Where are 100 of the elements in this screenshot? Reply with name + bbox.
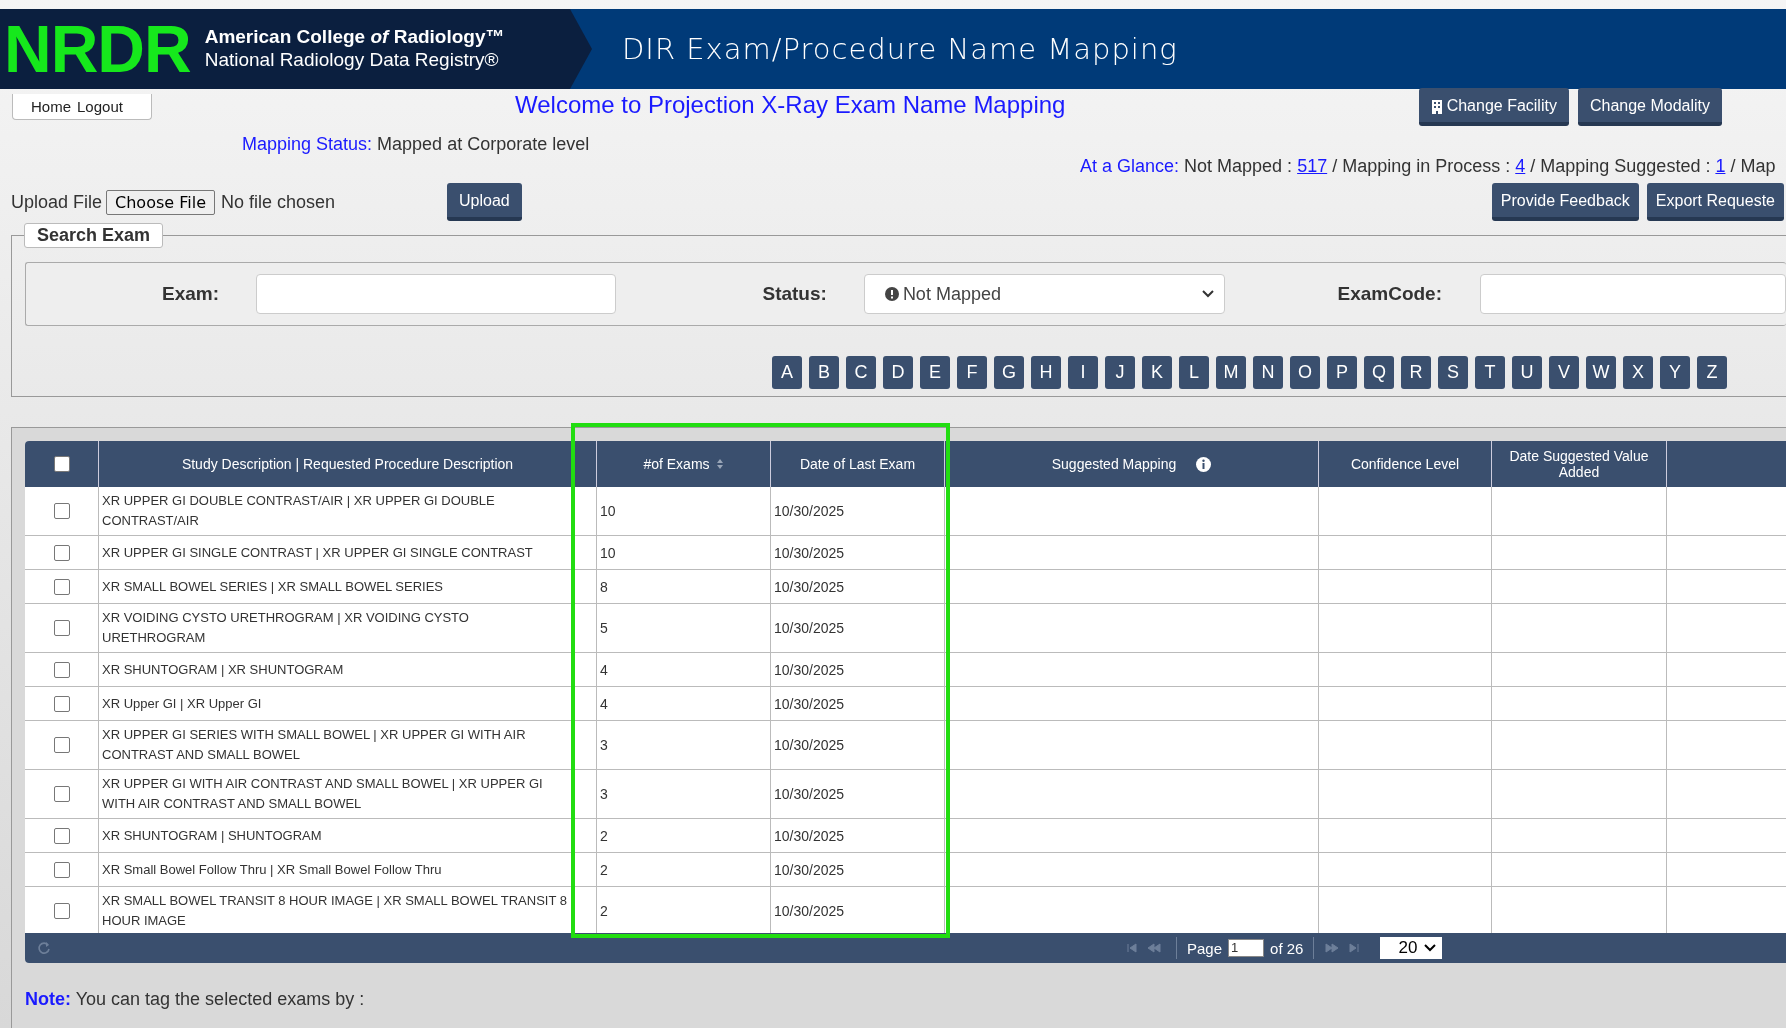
chevron-down-icon: [1424, 944, 1437, 952]
letter-button[interactable]: Y: [1660, 356, 1690, 389]
row-checkbox[interactable]: [53, 737, 70, 753]
table-cell-text: 4: [600, 694, 608, 714]
row-checkbox[interactable]: [53, 861, 70, 878]
row-checkbox[interactable]: [53, 827, 70, 844]
header-button[interactable]: Change Facility: [1418, 88, 1569, 126]
letter-button[interactable]: J: [1105, 356, 1135, 389]
choose-file-button[interactable]: Choose File: [106, 189, 215, 215]
letter-button[interactable]: E: [920, 356, 950, 389]
letter-button[interactable]: S: [1438, 356, 1468, 389]
row-checkbox[interactable]: [53, 544, 70, 561]
letter-button[interactable]: G: [994, 356, 1024, 389]
nav-link[interactable]: Home: [31, 98, 71, 115]
building-icon: [1430, 98, 1443, 114]
letter-button[interactable]: V: [1549, 356, 1579, 389]
row-checkbox[interactable]: [53, 578, 70, 595]
count-link[interactable]: 517: [1297, 155, 1328, 177]
table-cell-text: XR UPPER GI SERIES WITH SMALL BOWEL | XR UPPER GI WITH AIR CONTRAST AND SMALL BOWEL: [102, 726, 527, 764]
table-cell-text: 10/30/2025: [774, 660, 845, 680]
table-cell-text: 10/30/2025: [774, 902, 845, 921]
letter-button[interactable]: P: [1327, 356, 1357, 389]
letter-button[interactable]: N: [1253, 356, 1283, 389]
letter-button[interactable]: O: [1290, 356, 1320, 389]
table-cell-text: XR UPPER GI SINGLE CONTRAST | XR UPPER GI SINGLE CONTRAST: [102, 543, 533, 562]
count-link[interactable]: 4: [1515, 155, 1526, 177]
letter-button[interactable]: X: [1623, 356, 1653, 389]
letter-button[interactable]: H: [1031, 356, 1061, 389]
letter-button[interactable]: D: [883, 356, 913, 389]
table-cell-text: 10/30/2025: [774, 826, 845, 846]
letter-button[interactable]: L: [1179, 356, 1209, 389]
letter-button[interactable]: T: [1475, 356, 1505, 389]
table-cell-text: 10/30/2025: [774, 577, 845, 597]
letter-button[interactable]: C: [846, 356, 876, 389]
letter-button[interactable]: M: [1216, 356, 1246, 389]
alert-icon: [884, 287, 899, 301]
table-cell-text: 10/30/2025: [774, 785, 845, 804]
row-checkbox[interactable]: [53, 620, 70, 636]
table-cell-text: 10/30/2025: [774, 736, 845, 755]
logo-text: NRDR: [4, 16, 191, 82]
letter-button[interactable]: A: [772, 356, 802, 389]
info-icon[interactable]: [1196, 456, 1212, 472]
table-cell-text: 2: [600, 826, 608, 846]
status-select[interactable]: Not Mapped: [863, 274, 1226, 314]
count-link[interactable]: 1: [1715, 155, 1726, 177]
letter-button[interactable]: K: [1142, 356, 1172, 389]
glance-label: At a Glance:: [1080, 155, 1180, 177]
glance-text: / Mapping in Process :: [1332, 155, 1511, 177]
table-cell-text: 5: [600, 619, 608, 638]
page-size-select[interactable]: 20: [1380, 937, 1443, 959]
nav-link[interactable]: Logout: [77, 98, 123, 115]
note-text: Note: You can tag the selected exams by :: [25, 989, 366, 1010]
page-field[interactable]: 1: [1228, 939, 1265, 957]
welcome-heading: Welcome to Projection X-Ray Exam Name Mapping: [515, 91, 1066, 119]
header-button[interactable]: Change Modality: [1577, 88, 1722, 126]
table-cell-text: 10/30/2025: [774, 619, 845, 638]
select-all-checkbox[interactable]: [53, 456, 70, 472]
upload-label: Upload File: [11, 191, 103, 213]
glance-text: Not Mapped :: [1184, 155, 1293, 177]
table-cell-text: 10: [600, 543, 616, 563]
letter-button[interactable]: B: [809, 356, 839, 389]
table-cell-text: 8: [600, 577, 608, 597]
table-cell-text: 10/30/2025: [774, 543, 845, 563]
glance-text: / Map: [1730, 155, 1776, 177]
table-cell-text: XR UPPER GI WITH AIR CONTRAST AND SMALL BOWEL | XR UPPER GI WITH AIR CONTRAST AND SMALL BOWEL: [102, 775, 544, 813]
sort-icon[interactable]: [715, 458, 724, 470]
table-cell-text: XR UPPER GI DOUBLE CONTRAST/AIR | XR UPPER GI DOUBLE CONTRAST/AIR: [102, 492, 496, 530]
glance-text: / Mapping Suggested :: [1530, 155, 1711, 177]
row-checkbox[interactable]: [53, 503, 70, 519]
upload-button[interactable]: Upload: [447, 183, 522, 221]
table-cell-text: 3: [600, 736, 608, 755]
examcode-field[interactable]: [1480, 274, 1786, 314]
letter-button[interactable]: Q: [1364, 356, 1394, 389]
letter-button[interactable]: W: [1586, 356, 1616, 389]
page-title: DIR Exam/Procedure Name Mapping: [622, 32, 1178, 66]
examcode-label: ExamCode:: [1337, 283, 1442, 305]
letter-button[interactable]: R: [1401, 356, 1431, 389]
mapping-status: Mapping Status: Mapped at Corporate level: [242, 133, 590, 155]
row-checkbox[interactable]: [53, 786, 70, 802]
row-checkbox[interactable]: [53, 903, 70, 919]
search-legend: Search Exam: [24, 223, 164, 248]
table-cell-text: XR Upper GI | XR Upper GI: [102, 694, 262, 713]
exam-field[interactable]: [256, 274, 617, 314]
action-button[interactable]: Export Requeste: [1646, 183, 1784, 221]
chevron-down-icon: [1202, 290, 1215, 298]
table-cell-text: XR SMALL BOWEL SERIES | XR SMALL BOWEL SERIES: [102, 577, 443, 596]
table-cell-text: 4: [600, 660, 608, 680]
row-checkbox[interactable]: [53, 661, 70, 678]
table-cell-text: 10/30/2025: [774, 694, 845, 714]
letter-button[interactable]: F: [957, 356, 987, 389]
row-checkbox[interactable]: [53, 695, 70, 712]
table-cell-text: XR SMALL BOWEL TRANSIT 8 HOUR IMAGE | XR SMALL BOWEL TRANSIT 8 HOUR IMAGE: [102, 892, 568, 930]
registry-name: National Radiology Data Registry®: [204, 49, 500, 72]
letter-button[interactable]: Z: [1697, 356, 1727, 389]
table-cell-text: XR Small Bowel Follow Thru | XR Small Bowel Follow Thru: [102, 860, 442, 879]
letter-button[interactable]: U: [1512, 356, 1542, 389]
table-cell-text: 10/30/2025: [774, 860, 845, 880]
action-button[interactable]: Provide Feedback: [1491, 183, 1639, 221]
letter-button[interactable]: I: [1068, 356, 1098, 389]
page-label: Page: [1187, 939, 1223, 957]
